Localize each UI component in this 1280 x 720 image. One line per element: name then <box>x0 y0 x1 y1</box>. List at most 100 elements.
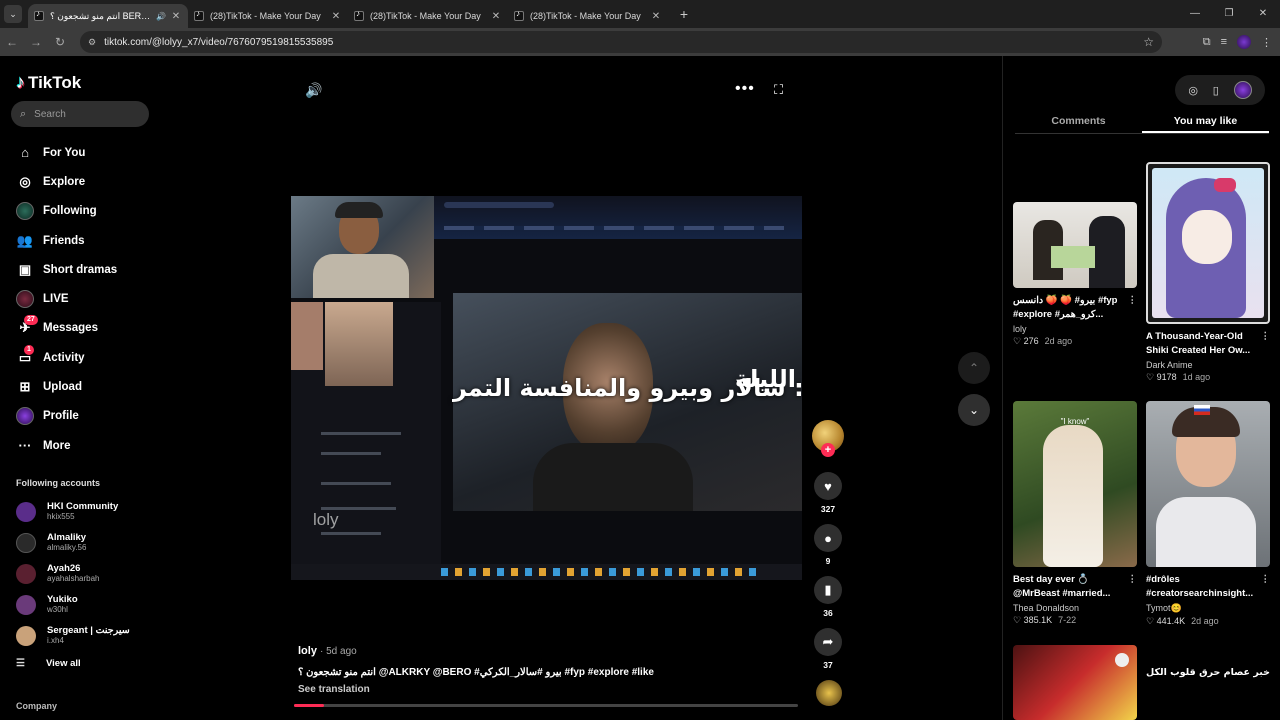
thumbnail-text: خبر عصام حرق قلوب الكل <box>1146 667 1270 678</box>
recommended-video-card[interactable]: "I know" Best day ever 💍 @MrBeast #marri… <box>1013 401 1137 626</box>
recommended-video-card[interactable]: #drôles #creatorsearchinsight... ⋮ Tymot😊… <box>1146 401 1270 627</box>
user-avatar[interactable] <box>1233 81 1252 99</box>
video-thumbnail <box>1013 645 1137 720</box>
account-handle: ayahalsharbah <box>47 574 100 583</box>
browser-tab-strip: ⌄ انتم منو تشجعون ؟ BERO@ 🔊 ✕ (28)TikTok… <box>0 0 1280 28</box>
save-button[interactable]: ▮ 36 <box>812 576 844 618</box>
avatar <box>16 594 36 615</box>
card-author[interactable]: Tymot😊 <box>1146 603 1270 614</box>
sidebar-item-following[interactable]: Following <box>16 197 117 226</box>
tab-comments[interactable]: Comments <box>1015 112 1142 133</box>
sidebar-item-messages[interactable]: ✈ 27 Messages <box>16 314 117 343</box>
account-item[interactable]: Almaliky almaliky.56 <box>16 527 130 558</box>
card-date: 7-22 <box>1058 615 1077 625</box>
sidebar-item-short-dramas[interactable]: ▣ Short dramas <box>16 255 117 284</box>
close-tab-icon[interactable]: ✕ <box>330 11 342 22</box>
volume-icon[interactable]: 🔊 <box>305 82 322 99</box>
search-input[interactable] <box>34 108 135 120</box>
new-tab-icon[interactable]: + <box>674 6 694 22</box>
compass-icon[interactable]: ◎ <box>1188 84 1198 97</box>
url-field[interactable]: ⚙ tiktok.com/@lolyy_x7/video/76760795198… <box>80 31 1162 53</box>
account-item[interactable]: Ayah26 ayahalsharbah <box>16 558 130 589</box>
media-control-icon[interactable]: ≡ <box>1221 36 1227 48</box>
video-progress-bar[interactable] <box>294 704 798 707</box>
card-author[interactable]: loly <box>1013 324 1137 334</box>
restore-icon[interactable]: ❐ <box>1212 0 1246 28</box>
tab-search-button[interactable]: ⌄ <box>4 5 22 23</box>
like-count: 327 <box>820 504 836 514</box>
bookmark-star-icon[interactable]: ☆ <box>1143 35 1154 49</box>
thumbnail-sign <box>1051 246 1095 268</box>
sidebar-item-friends[interactable]: 👥 Friends <box>16 226 117 255</box>
device-icon[interactable]: ▯ <box>1213 84 1219 97</box>
sidebar-item-live[interactable]: LIVE <box>16 284 117 313</box>
kebab-icon[interactable]: ⋮ <box>1261 330 1271 344</box>
search-box[interactable]: ⌕ <box>11 101 149 127</box>
like-button[interactable]: ♥ 327 <box>812 472 844 514</box>
account-item[interactable]: Yukiko w30hl <box>16 589 130 620</box>
right-toolbar: ◎ ▯ <box>1175 75 1265 105</box>
friends-icon: 👥 <box>16 232 34 248</box>
browser-menu-icon[interactable]: ⋮ <box>1261 36 1272 49</box>
sidebar-item-label: Following <box>43 205 97 218</box>
recommended-video-card[interactable]: A Thousand-Year-Old Shiki Created Her Ow… <box>1146 162 1270 383</box>
see-translation-link[interactable]: See translation <box>298 684 370 695</box>
share-button[interactable]: ➦ 37 <box>812 628 844 670</box>
close-tab-icon[interactable]: ✕ <box>490 11 502 22</box>
video-frame-chat-line <box>321 432 401 435</box>
video-main: 🔊 ••• ⛶ سالار وبيرو والمنافسة التمر : ال… <box>160 56 1002 720</box>
kebab-icon[interactable]: ⋮ <box>1128 294 1138 308</box>
browser-tab[interactable]: (28)TikTok - Make Your Day ✕ <box>348 4 508 28</box>
fullscreen-icon[interactable]: ⛶ <box>774 82 783 98</box>
sound-disc-icon[interactable] <box>816 680 842 706</box>
video-frame-taskbar <box>291 564 802 580</box>
card-date: 2d ago <box>1191 616 1219 626</box>
sidebar-item-explore[interactable]: ◎ Explore <box>16 167 117 196</box>
tab-you-may-like[interactable]: You may like <box>1142 112 1269 133</box>
close-tab-icon[interactable]: ✕ <box>170 11 182 22</box>
card-title: بيرو# 🍑 🍑 دانسس #fyp #explore #كرو_همر..… <box>1013 294 1137 322</box>
following-accounts-list: HKI Community hkix555 Almaliky almaliky.56… <box>16 496 130 651</box>
sidebar-item-for-you[interactable]: ⌂ For You <box>16 138 117 167</box>
video-thumbnail <box>1146 401 1270 567</box>
account-item[interactable]: HKI Community hkix555 <box>16 496 130 527</box>
sidebar-item-more[interactable]: ··· More <box>16 431 117 460</box>
more-options-icon[interactable]: ••• <box>735 80 755 98</box>
close-tab-icon[interactable]: ✕ <box>650 11 662 22</box>
recommended-video-card[interactable]: بيرو# 🍑 🍑 دانسس #fyp #explore #كرو_همر..… <box>1013 162 1137 347</box>
comment-button[interactable]: ● 9 <box>812 524 844 566</box>
sidebar-item-profile[interactable]: Profile <box>16 402 117 431</box>
card-author[interactable]: Thea Donaldson <box>1013 603 1137 613</box>
post-username[interactable]: loly <box>298 645 317 657</box>
close-window-icon[interactable]: ✕ <box>1246 0 1280 28</box>
video-frame-taskbar-icons <box>441 568 761 576</box>
account-item[interactable]: Sergeant | سيرجنت i.xh4 <box>16 620 130 651</box>
back-icon[interactable]: ← <box>0 35 24 49</box>
browser-profile-avatar[interactable] <box>1237 35 1251 49</box>
next-video-button[interactable]: ⌄ <box>958 394 990 426</box>
minimize-icon[interactable]: — <box>1178 0 1212 28</box>
company-link[interactable]: Company <box>16 701 57 711</box>
tiktok-logo[interactable]: ♪ TikTok <box>16 72 81 93</box>
browser-tab[interactable]: (28)TikTok - Make Your Day ✕ <box>508 4 668 28</box>
card-author[interactable]: Dark Anime <box>1146 360 1270 370</box>
video-player[interactable]: سالار وبيرو والمنافسة التمر : الليلة lol… <box>291 196 802 580</box>
speaker-icon[interactable]: 🔊 <box>156 12 166 21</box>
previous-video-button[interactable]: ⌃ <box>958 352 990 384</box>
view-all-button[interactable]: ☰ View all <box>16 658 81 669</box>
recommended-video-card[interactable] <box>1013 645 1137 720</box>
recommended-video-card[interactable]: خبر عصام حرق قلوب الكل <box>1146 645 1270 720</box>
site-info-icon[interactable]: ⚙ <box>88 37 96 48</box>
browser-tab[interactable]: (28)TikTok - Make Your Day ✕ <box>188 4 348 28</box>
extensions-icon[interactable]: ⧉ <box>1203 36 1211 49</box>
window-controls: — ❐ ✕ <box>1178 0 1280 28</box>
follow-plus-icon[interactable]: + <box>821 443 835 457</box>
sidebar-item-upload[interactable]: ⊞ Upload <box>16 372 117 401</box>
forward-icon[interactable]: → <box>24 35 48 49</box>
browser-tab-active[interactable]: انتم منو تشجعون ؟ BERO@ 🔊 ✕ <box>28 4 188 28</box>
reload-icon[interactable]: ↻ <box>48 35 72 49</box>
kebab-icon[interactable]: ⋮ <box>1128 573 1138 587</box>
kebab-icon[interactable]: ⋮ <box>1261 573 1271 587</box>
video-frame-shirt <box>313 254 409 298</box>
sidebar-item-activity[interactable]: ▭ 1 Activity <box>16 343 117 372</box>
